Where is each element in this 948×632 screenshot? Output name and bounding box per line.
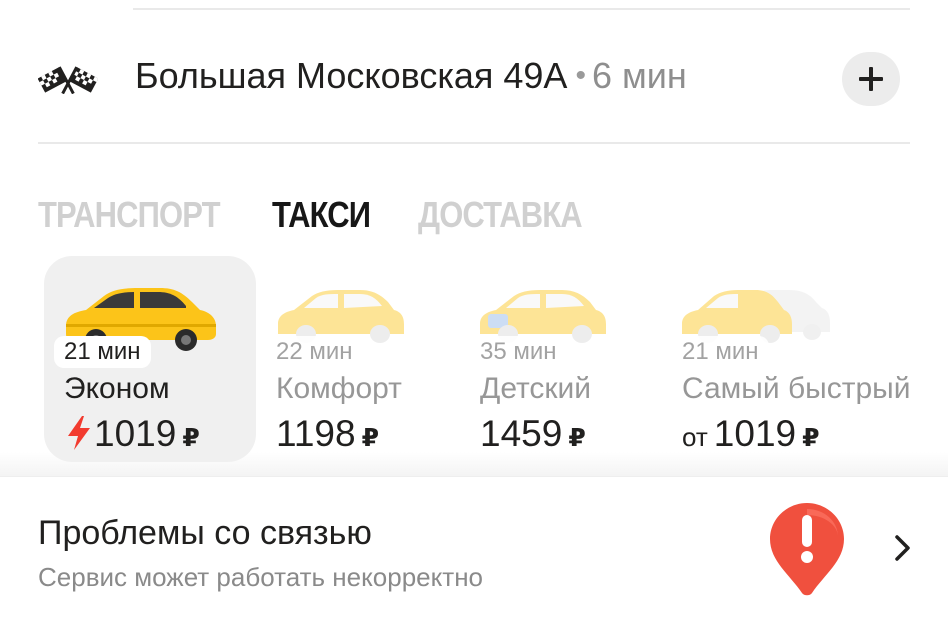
tariff-name: Эконом <box>64 372 170 405</box>
currency-symbol: ₽ <box>182 424 200 452</box>
destination-eta: 6 мин <box>591 55 687 96</box>
tariff-card-fastest[interactable]: 21 мин Самый быстрый от 1019 ₽ <box>670 256 948 462</box>
tariff-eta: 21 мин <box>54 336 151 368</box>
destination-text[interactable]: Большая Московская 49А • 6 мин <box>135 56 687 96</box>
tariff-name: Комфорт <box>276 372 402 405</box>
tariff-name: Детский <box>480 372 592 405</box>
checkered-flags-icon <box>38 66 98 94</box>
tab-taxi[interactable]: ТАКСИ <box>272 194 371 236</box>
tariff-card-econom[interactable]: 21 мин Эконом 1019 ₽ <box>44 256 256 462</box>
currency-symbol: ₽ <box>568 424 586 452</box>
alert-title: Проблемы со связью <box>38 514 372 552</box>
separator-dot: • <box>575 59 586 92</box>
plus-icon <box>859 67 883 91</box>
tariff-card-kids[interactable]: 35 мин Детский 1459 ₽ <box>466 256 662 462</box>
tariff-card-comfort[interactable]: 22 мин Комфорт 1198 ₽ <box>262 256 458 462</box>
warning-pin-icon <box>770 503 844 596</box>
destination-address: Большая Московская 49А <box>135 55 568 96</box>
divider <box>38 142 910 144</box>
currency-symbol: ₽ <box>802 424 820 452</box>
price-value: 1019 <box>94 413 177 454</box>
tab-transport[interactable]: ТРАНСПОРТ <box>38 194 221 236</box>
price-value: 1459 <box>480 413 563 454</box>
add-stop-button[interactable] <box>842 52 900 106</box>
currency-symbol: ₽ <box>361 424 379 452</box>
alert-subtitle: Сервис может работать некорректно <box>38 562 484 592</box>
price-value: 1198 <box>276 413 356 454</box>
chevron-right-icon[interactable] <box>889 533 915 563</box>
taxi-order-screen: Большая Московская 49А • 6 мин ТРАНСПОРТ Т… <box>0 0 948 632</box>
price-value: 1019 <box>713 413 797 454</box>
tab-delivery[interactable]: ДОСТАВКА <box>418 194 583 236</box>
tariff-name: Самый быстрый <box>682 372 911 405</box>
price-prefix: от <box>682 422 708 452</box>
divider <box>133 8 910 10</box>
lightning-icon <box>68 416 90 450</box>
tariff-eta: 22 мин <box>266 336 363 368</box>
connection-alert[interactable]: Проблемы со связью Сервис может работать… <box>0 476 948 632</box>
tariff-eta: 21 мин <box>672 336 769 368</box>
tariff-eta: 35 мин <box>470 336 567 368</box>
destination-row[interactable]: Большая Московская 49А • 6 мин <box>0 40 948 112</box>
